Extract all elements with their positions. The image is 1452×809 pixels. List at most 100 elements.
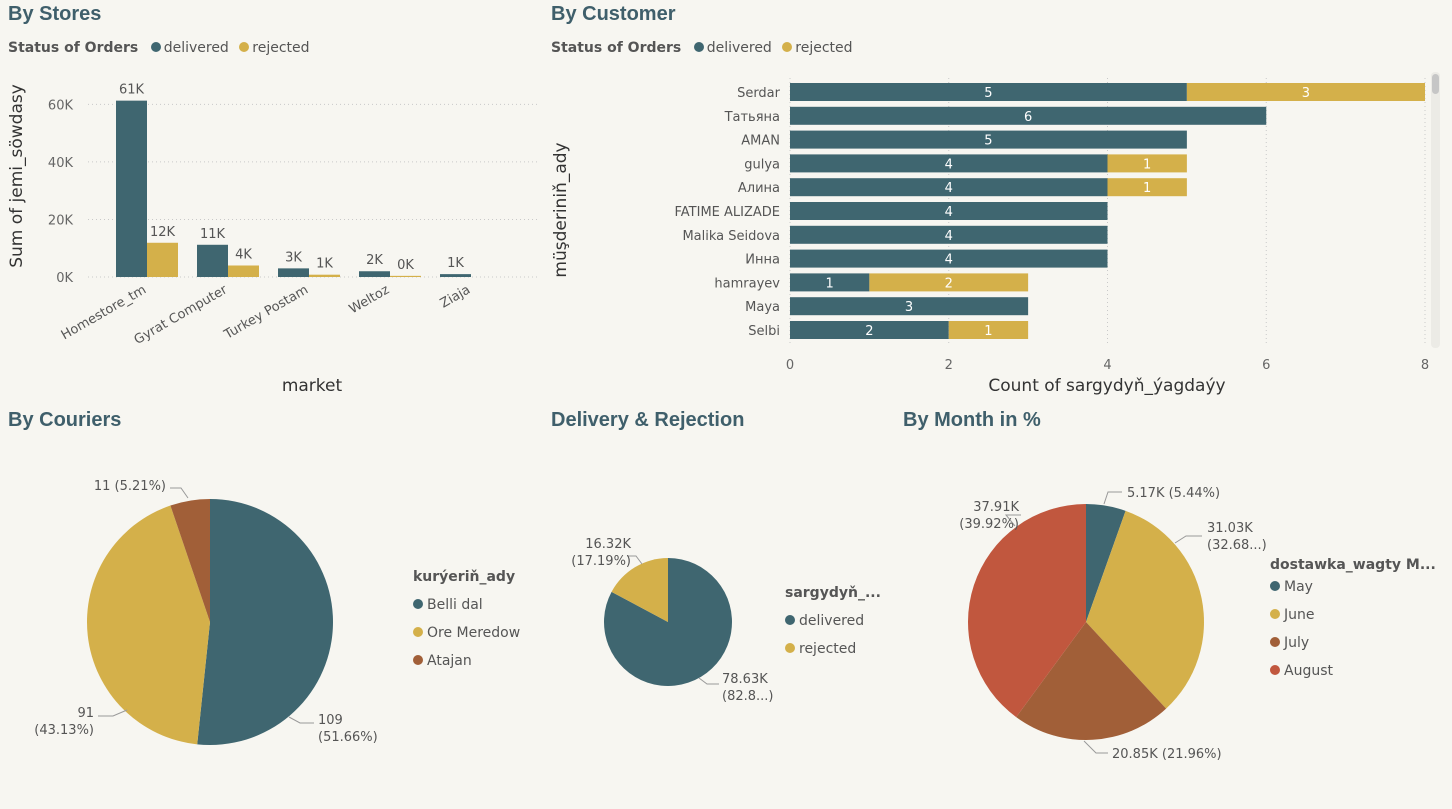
leader-line (170, 487, 189, 499)
data-label: 4 (945, 157, 953, 172)
x-axis-title: Count of sargydyň_ýagdaýy (988, 376, 1225, 396)
data-label: (43.13%) (34, 723, 94, 738)
pie-slice-belli-dal (197, 499, 334, 745)
data-label: 78.63K (722, 672, 768, 687)
y-tick-label: Malika Seidova (682, 229, 780, 244)
y-tick-label: Инна (745, 253, 780, 268)
legend-label: May (1284, 579, 1313, 595)
stores-bar-chart: 0K20K40K60K61K12KHomestore_tm11K4KGyrat … (7, 83, 540, 396)
x-tick-label: 8 (1421, 358, 1429, 373)
legend-dot (785, 615, 795, 625)
legend-item-ore-meredow[interactable]: Ore Meredow (413, 623, 520, 651)
y-tick-label: Алина (738, 181, 780, 196)
data-label: 3K (285, 250, 302, 265)
data-label: 91 (77, 706, 94, 721)
data-label: 11 (5.21%) (94, 479, 166, 494)
couriers-legend-title: kurýeriň_ady (413, 569, 516, 585)
data-label: 5 (984, 86, 992, 101)
y-axis-title: müşderiniň_ady (551, 142, 571, 277)
data-label: 20.85K (21.96%) (1112, 747, 1222, 762)
x-tick-label: 6 (1262, 358, 1270, 373)
legend-item-may[interactable]: May (1270, 577, 1436, 605)
data-label: (32.68...) (1207, 538, 1267, 553)
legend-label: Ore Meredow (427, 625, 521, 641)
y-tick-label: 60K (48, 98, 74, 113)
x-axis-title: market (282, 376, 343, 396)
legend-item-july[interactable]: July (1270, 633, 1436, 661)
month-legend-title: dostawka_wagty M... (1270, 557, 1436, 573)
bar-rejected (390, 275, 421, 277)
customer-scrollbar-thumb[interactable] (1432, 74, 1439, 94)
legend-dot (413, 627, 423, 637)
x-tick-label: 2 (945, 358, 953, 373)
data-label: 4 (945, 205, 953, 220)
couriers-pie-chart: 109 (51.66%) 91 (43.13%) 11 (5.21%) (34, 479, 378, 745)
data-label: 3 (1302, 86, 1310, 101)
data-label: 5.17K (5.44%) (1127, 486, 1220, 501)
data-label: 31.03K (1207, 521, 1253, 536)
data-label: 1K (316, 257, 333, 272)
legend-item-rejected[interactable]: rejected (785, 639, 881, 667)
customer-scrollbar-track[interactable] (1431, 72, 1440, 348)
legend-label: August (1284, 663, 1333, 679)
legend-dot (1270, 665, 1280, 675)
data-label: (51.66%) (318, 730, 378, 745)
data-label: 16.32K (585, 537, 631, 552)
bar-delivered (116, 100, 147, 277)
legend-dot (1270, 637, 1280, 647)
y-tick-label: 40K (48, 156, 74, 171)
bar-rejected (228, 265, 259, 277)
data-label: (17.19%) (571, 554, 631, 569)
legend-item-june[interactable]: June (1270, 605, 1436, 633)
legend-label: July (1284, 635, 1310, 651)
y-tick-label: hamrayev (714, 276, 780, 291)
legend-dot (1270, 581, 1280, 591)
data-label: 1 (984, 324, 992, 339)
y-tick-label: 20K (48, 213, 74, 228)
delivery-pie-chart: 78.63K (82.8...) 16.32K (17.19%) (571, 537, 774, 704)
x-tick-label: Turkey Postam (221, 282, 311, 343)
legend-item-belli-dal[interactable]: Belli dal (413, 595, 520, 623)
legend-label: rejected (799, 641, 857, 657)
leader-line (698, 677, 719, 685)
y-axis-title: Sum of jemi_söwdasy (7, 84, 27, 268)
legend-item-delivered[interactable]: delivered (785, 611, 881, 639)
bar-delivered (359, 271, 390, 277)
leader-line (1103, 491, 1122, 505)
x-tick-label: Weltoz (347, 282, 392, 317)
data-label: 109 (318, 713, 343, 728)
delivery-legend: sargydyň_... delivered rejected (785, 585, 881, 667)
y-tick-label: 0K (56, 271, 73, 286)
legend-label: delivered (799, 613, 865, 629)
delivery-legend-title: sargydyň_... (785, 585, 881, 601)
bar-delivered (278, 268, 309, 277)
y-tick-label: Татьяна (724, 110, 780, 125)
data-label: 11K (200, 227, 226, 242)
legend-item-atajan[interactable]: Atajan (413, 651, 520, 679)
x-tick-label: 4 (1103, 358, 1111, 373)
legend-label: Belli dal (427, 597, 483, 613)
data-label: 61K (119, 83, 145, 98)
data-label: (82.8...) (722, 689, 774, 704)
legend-dot (785, 643, 795, 653)
couriers-legend: kurýeriň_ady Belli dal Ore Meredow Ataja… (413, 569, 520, 679)
legend-dot (1270, 609, 1280, 619)
customer-bar-chart: 0 2 4 6 8 Serdar 5 3 Татьяна 6 AMAN 5 gulya 4 1 Алина 4 1… (551, 78, 1429, 396)
legend-dot (413, 655, 423, 665)
data-label: 4 (945, 181, 953, 196)
data-label: 1K (447, 256, 464, 271)
bar-delivered (440, 274, 471, 277)
leader-line (1083, 740, 1108, 754)
data-label: 6 (1024, 110, 1032, 125)
legend-item-august[interactable]: August (1270, 661, 1436, 689)
data-label: 1 (826, 276, 834, 291)
x-tick-label: Ziaja (438, 282, 473, 311)
leader-line (1174, 535, 1202, 544)
legend-label: June (1284, 607, 1315, 623)
y-tick-label: gulya (744, 157, 780, 172)
y-tick-label: Selbi (748, 324, 780, 339)
couriers-title: By Couriers (8, 409, 122, 431)
data-label: 0K (397, 258, 414, 273)
month-title: By Month in % (903, 409, 1041, 431)
data-label: 1 (1143, 157, 1151, 172)
